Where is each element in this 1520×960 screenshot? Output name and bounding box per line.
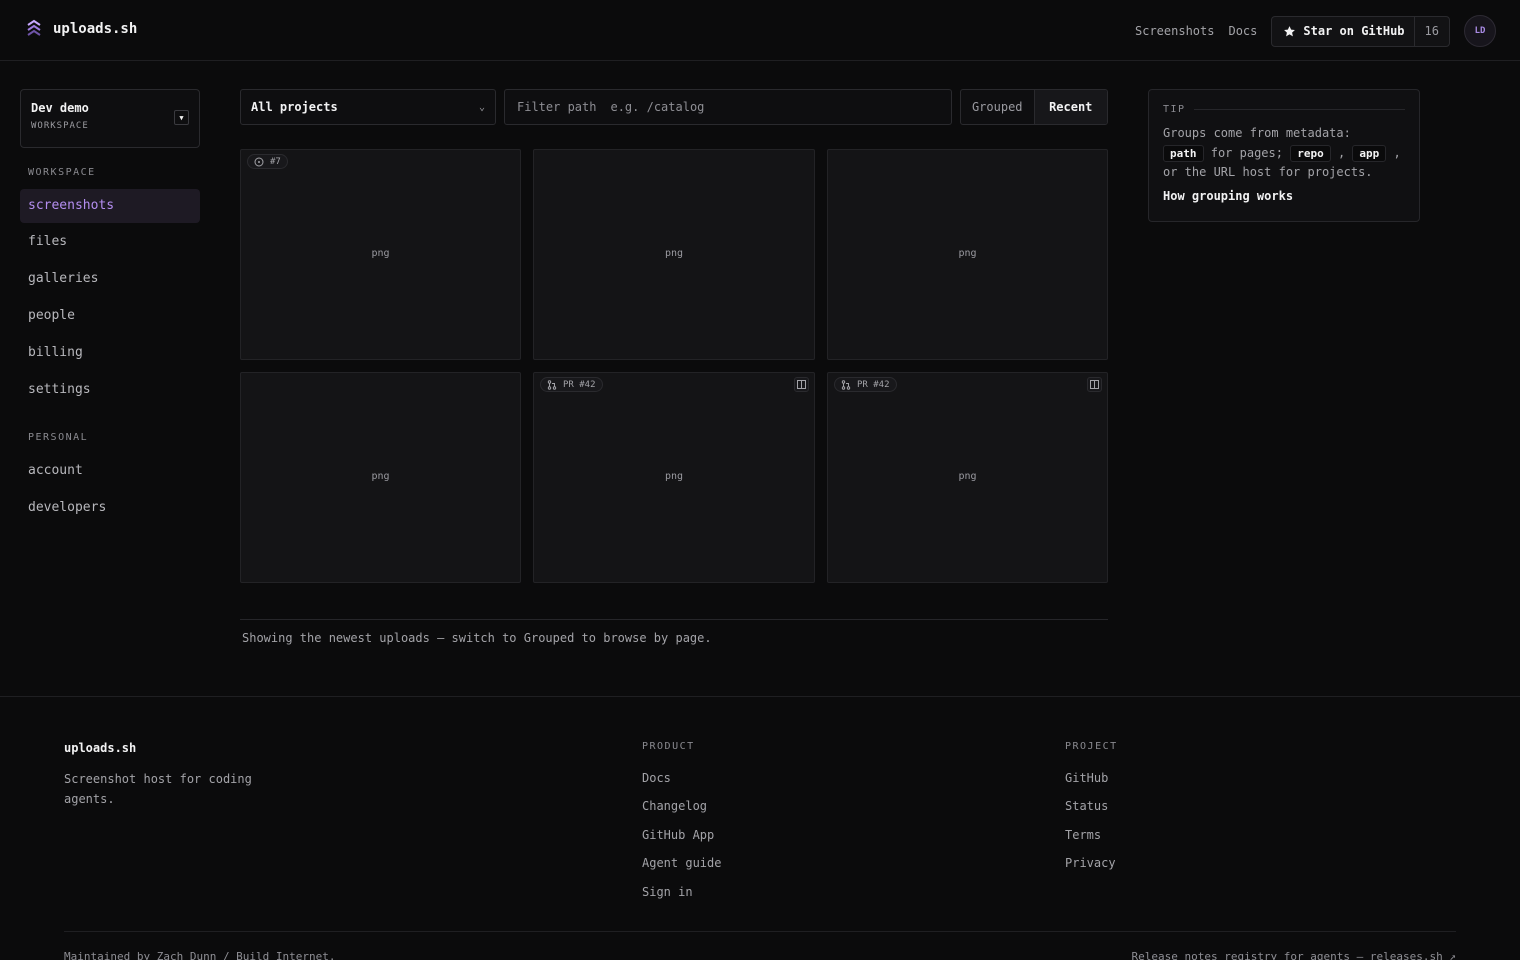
file-type: png xyxy=(371,471,390,482)
footer-link-privacy[interactable]: Privacy xyxy=(1065,856,1116,870)
footer-link-docs[interactable]: Docs xyxy=(642,771,671,785)
top-nav: Screenshots Docs Star on GitHub 16 LD xyxy=(1135,15,1496,47)
badge-label: PR #42 xyxy=(563,379,596,390)
file-type: png xyxy=(958,471,977,482)
file-type: png xyxy=(664,471,684,482)
sidebar-item-files[interactable]: files xyxy=(20,225,200,259)
footer-description: Screenshot host for coding agents. xyxy=(64,772,252,806)
project-select[interactable]: All projects ⌄ xyxy=(240,89,496,125)
chevron-down-icon: ⌄ xyxy=(478,101,485,113)
footer-brand: uploads.sh xyxy=(64,741,137,755)
caret-down-icon: ▼ xyxy=(174,110,189,125)
workspace-label: WORKSPACE xyxy=(31,121,89,131)
tip-rule xyxy=(1193,109,1405,110)
sidebar-item-settings[interactable]: settings xyxy=(20,373,200,407)
pr-badge: PR #42 xyxy=(834,377,897,392)
filter-label: Filter path xyxy=(517,100,597,114)
divider xyxy=(240,619,1108,620)
footer-release-notes-link[interactable]: Release notes registry for agents — rele… xyxy=(1131,950,1456,960)
footer-link-agent-guide[interactable]: Agent guide xyxy=(642,856,721,870)
sidebar-item-account[interactable]: account xyxy=(20,454,200,488)
tip-for-pages: for pages; xyxy=(1210,145,1283,160)
sidebar-item-developers[interactable]: developers xyxy=(20,491,200,525)
footer: uploads.sh Screenshot host for coding ag… xyxy=(0,696,1520,960)
circle-dot-icon xyxy=(254,157,264,166)
screenshot-card[interactable]: PR #42 png xyxy=(533,372,815,583)
sidebar-item-billing[interactable]: billing xyxy=(20,336,200,370)
star-on-github-button[interactable]: Star on GitHub 16 xyxy=(1271,15,1450,47)
star-label: Star on GitHub xyxy=(1303,24,1405,38)
badge-label: #7 xyxy=(270,156,281,167)
tip-header: TIP xyxy=(1163,104,1405,115)
screenshot-card[interactable]: PR #42 png xyxy=(827,372,1108,583)
footer-link-status[interactable]: Status xyxy=(1065,799,1108,813)
star-count: 16 xyxy=(1413,16,1449,46)
personal-section-title: PERSONAL xyxy=(28,432,89,443)
screenshot-card[interactable]: png xyxy=(240,372,521,583)
view-toggle: Grouped Recent xyxy=(960,89,1108,125)
footer-link-sign-in[interactable]: Sign in xyxy=(642,885,693,899)
filter-path-input[interactable]: Filter path e.g. /catalog xyxy=(504,89,952,125)
view-grouped-button[interactable]: Grouped xyxy=(961,90,1035,124)
footer-link-github-app[interactable]: GitHub App xyxy=(642,828,714,842)
pr-badge: PR #42 xyxy=(540,377,603,392)
user-avatar[interactable]: LD xyxy=(1464,15,1496,47)
file-type: png xyxy=(958,248,977,259)
logo[interactable]: uploads.sh xyxy=(24,19,137,39)
sidebar-item-screenshots[interactable]: screenshots xyxy=(20,189,200,223)
pull-request-icon xyxy=(547,379,557,390)
workspace-section-title: WORKSPACE xyxy=(28,167,96,178)
code-repo: repo xyxy=(1290,144,1331,162)
view-recent-button[interactable]: Recent xyxy=(1034,90,1107,124)
compare-icon[interactable] xyxy=(1087,377,1102,392)
badge-label: PR #42 xyxy=(857,379,890,390)
tip-panel: TIP Groups come from metadata: path for … xyxy=(1148,89,1420,222)
compare-icon[interactable] xyxy=(794,377,809,392)
footer-link-github[interactable]: GitHub xyxy=(1065,771,1108,785)
pull-request-icon xyxy=(841,379,851,390)
sidebar-item-galleries[interactable]: galleries xyxy=(20,262,200,296)
footer-product-title: PRODUCT xyxy=(642,741,695,752)
footer-link-changelog[interactable]: Changelog xyxy=(642,799,707,813)
tip-title: TIP xyxy=(1163,104,1186,115)
top-header: uploads.sh Screenshots Docs Star on GitH… xyxy=(0,0,1520,61)
project-select-value: All projects xyxy=(251,100,338,114)
how-grouping-works-link[interactable]: How grouping works xyxy=(1163,189,1405,203)
footer-link-terms[interactable]: Terms xyxy=(1065,828,1101,842)
tip-body: Groups come from metadata: path for page… xyxy=(1163,126,1401,179)
screenshot-card[interactable]: png xyxy=(827,149,1108,360)
file-type: png xyxy=(371,248,390,259)
file-type: png xyxy=(664,248,684,259)
tip-or-url: or the URL host for projects. xyxy=(1163,165,1373,179)
filter-placeholder: e.g. /catalog xyxy=(610,100,705,114)
star-icon xyxy=(1284,25,1296,36)
screenshot-card[interactable]: #7 png xyxy=(240,149,521,360)
tip-line-1: Groups come from metadata: xyxy=(1163,126,1351,140)
recent-hint-text: Showing the newest uploads — switch to G… xyxy=(242,631,712,645)
workspace-name: Dev demo xyxy=(31,101,89,115)
issue-badge: #7 xyxy=(247,154,288,169)
screenshot-card[interactable]: png xyxy=(533,149,815,360)
code-app: app xyxy=(1352,144,1387,162)
workspace-switcher[interactable]: Dev demo WORKSPACE ▼ xyxy=(20,89,200,148)
nav-screenshots-link[interactable]: Screenshots xyxy=(1135,24,1214,38)
footer-maintained[interactable]: Maintained by Zach Dunn / Build Internet… xyxy=(64,950,336,960)
stacked-chevrons-logo-icon xyxy=(27,19,41,36)
code-path: path xyxy=(1163,144,1204,162)
footer-project-title: PROJECT xyxy=(1065,741,1118,752)
nav-docs-link[interactable]: Docs xyxy=(1228,24,1257,38)
app-name: uploads.sh xyxy=(53,21,138,37)
sidebar-item-people[interactable]: people xyxy=(20,299,200,333)
footer-rule xyxy=(64,931,1456,932)
